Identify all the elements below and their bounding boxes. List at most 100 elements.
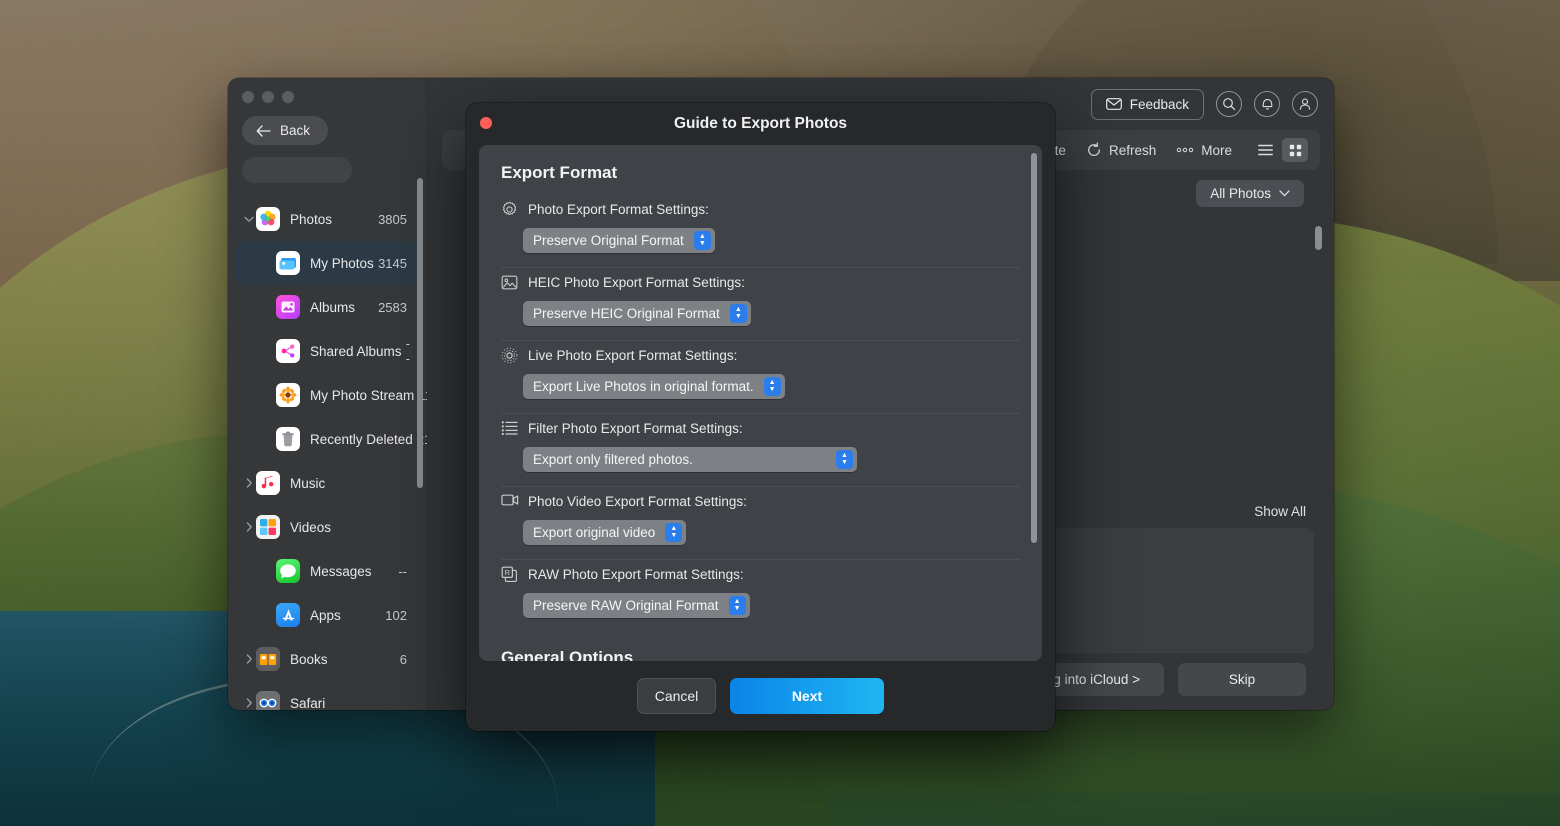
minimize-window-button[interactable] — [262, 91, 274, 103]
sidebar: Back Photos 3805 My Photos 3145 Albums 2583 Sh… — [228, 78, 428, 710]
updown-chevron-icon: ▲ ▼ — [763, 377, 781, 396]
export-option-select[interactable]: Preserve Original Format ▲ ▼ — [523, 228, 715, 253]
image-icon — [501, 274, 518, 291]
sidebar-item-label: Recently Deleted — [310, 431, 413, 447]
live-photo-icon — [501, 347, 518, 364]
list-icon — [501, 420, 518, 437]
all-photos-dropdown[interactable]: All Photos — [1196, 179, 1304, 207]
export-option-header: HEIC Photo Export Format Settings: — [501, 274, 1020, 291]
export-option-value: Preserve Original Format — [533, 233, 684, 248]
window-traffic-lights — [228, 78, 427, 103]
sidebar-item-count: -- — [405, 336, 410, 366]
sidebar-item-label: Safari — [290, 695, 326, 711]
refresh-button[interactable]: Refresh — [1086, 142, 1156, 158]
sidebar-item-messages[interactable]: Messages -- — [236, 549, 419, 593]
back-button[interactable]: Back — [242, 116, 329, 145]
sidebar-item-label: My Photos — [310, 255, 374, 271]
feedback-button[interactable]: Feedback — [1090, 88, 1204, 120]
sidebar-item-recently-deleted[interactable]: Recently Deleted21 — [236, 417, 427, 461]
sidebar-item-label: Photos — [290, 211, 333, 227]
envelope-icon — [1105, 98, 1122, 110]
video-icon — [501, 493, 519, 510]
sidebar-item-my-photos[interactable]: My Photos 3145 — [236, 241, 419, 285]
export-option-row: R RAW Photo Export Format Settings: Preser… — [501, 560, 1020, 632]
sidebar-search-input[interactable] — [242, 157, 352, 183]
show-all-link[interactable]: Show All — [1254, 504, 1306, 519]
export-option-select[interactable]: Export only filtered photos. ▲ ▼ — [523, 447, 857, 472]
list-view-icon[interactable] — [1252, 138, 1278, 162]
export-option-select[interactable]: Preserve HEIC Original Format ▲ ▼ — [523, 301, 751, 326]
chevron-right-icon[interactable] — [242, 478, 256, 488]
export-option-value: Preserve HEIC Original Format — [533, 306, 720, 321]
more-button[interactable]: More — [1176, 143, 1232, 158]
export-option-label: RAW Photo Export Format Settings: — [528, 567, 744, 582]
sidebar-item-albums[interactable]: Albums 2583 — [236, 285, 419, 329]
general-options-heading: General Options — [501, 648, 634, 661]
export-option-row: Photo Export Format Settings: Preserve Or… — [501, 195, 1020, 268]
skip-button[interactable]: Skip — [1178, 662, 1306, 696]
sidebar-item-label: My Photo Stream — [310, 387, 415, 403]
chevron-right-icon[interactable] — [242, 522, 256, 532]
sidebar-item-label: Music — [290, 475, 326, 491]
export-option-value: Export only filtered photos. — [533, 452, 693, 467]
updown-chevron-icon: ▲ ▼ — [693, 231, 711, 250]
list-view-glyph — [1257, 144, 1273, 156]
export-option-label: Photo Video Export Format Settings: — [528, 494, 747, 509]
close-window-button[interactable] — [242, 91, 254, 103]
cancel-button[interactable]: Cancel — [637, 678, 716, 714]
books-app-icon — [256, 647, 280, 671]
sidebar-item-count: 6 — [399, 651, 407, 667]
refresh-icon — [1088, 142, 1100, 156]
dialog-scroll-pane: Export Format Photo Export Format Settin… — [479, 145, 1042, 661]
music-app-icon — [256, 471, 280, 495]
sidebar-item-safari[interactable]: Safari — [236, 681, 419, 710]
chevron-right-icon[interactable] — [242, 654, 256, 664]
export-option-select[interactable]: Export Live Photos in original format. ▲ ▼ — [523, 374, 785, 399]
updown-chevron-icon: ▲ ▼ — [728, 596, 746, 615]
chevron-down-icon[interactable] — [242, 216, 256, 223]
sidebar-item-count: 2583 — [378, 299, 407, 315]
account-icon[interactable] — [1292, 91, 1318, 117]
export-option-label: HEIC Photo Export Format Settings: — [528, 275, 745, 290]
updown-chevron-icon: ▲ ▼ — [836, 450, 853, 469]
search-icon[interactable] — [1216, 91, 1242, 117]
view-toggle-group — [1252, 138, 1308, 162]
back-button-label: Back — [280, 123, 311, 138]
photo-stream-icon — [276, 383, 300, 407]
videos-app-icon — [256, 515, 280, 539]
all-photos-label: All Photos — [1210, 185, 1271, 201]
dialog-scrollbar[interactable] — [1031, 153, 1037, 543]
more-button-label: More — [1201, 142, 1232, 158]
dialog-title: Guide to Export Photos — [673, 115, 848, 132]
close-icon[interactable] — [480, 117, 492, 129]
export-option-value: Preserve RAW Original Format — [533, 598, 719, 613]
bell-icon[interactable] — [1254, 91, 1280, 117]
sidebar-item-my-photo-stream[interactable]: My Photo Stream1139 — [236, 373, 427, 417]
svg-text:R: R — [505, 568, 510, 577]
export-option-select[interactable]: Preserve RAW Original Format ▲ ▼ — [523, 593, 750, 618]
sidebar-item-count: -- — [398, 563, 407, 579]
sidebar-scrollbar[interactable] — [417, 178, 423, 488]
maximize-window-button[interactable] — [282, 91, 294, 103]
back-row: Back — [228, 103, 427, 145]
export-option-row: Filter Photo Export Format Settings: Expo… — [501, 414, 1020, 487]
grid-view-glyph — [1289, 144, 1301, 156]
bell-glyph — [1262, 99, 1272, 110]
sidebar-item-books[interactable]: Books 6 — [236, 637, 419, 681]
sidebar-item-label: Apps — [310, 607, 341, 623]
dialog-titlebar: Guide to Export Photos — [466, 103, 1055, 145]
sidebar-item-music[interactable]: Music — [236, 461, 419, 505]
search-glyph — [1223, 98, 1236, 111]
photo-grid-scrollbar[interactable] — [1315, 226, 1322, 250]
sidebar-item-photos[interactable]: Photos 3805 — [236, 197, 419, 241]
sidebar-item-count: 102 — [385, 607, 407, 623]
export-option-select[interactable]: Export original video ▲ ▼ — [523, 520, 687, 545]
sidebar-item-videos[interactable]: Videos — [236, 505, 419, 549]
sidebar-item-apps[interactable]: Apps 102 — [236, 593, 419, 637]
grid-view-icon[interactable] — [1282, 138, 1308, 162]
next-button[interactable]: Next — [730, 678, 884, 714]
photos-app-icon — [256, 207, 280, 231]
sidebar-item-shared-albums[interactable]: Shared Albums -- — [236, 329, 419, 373]
chevron-right-icon[interactable] — [242, 698, 256, 708]
updown-chevron-icon: ▲ ▼ — [665, 523, 683, 542]
